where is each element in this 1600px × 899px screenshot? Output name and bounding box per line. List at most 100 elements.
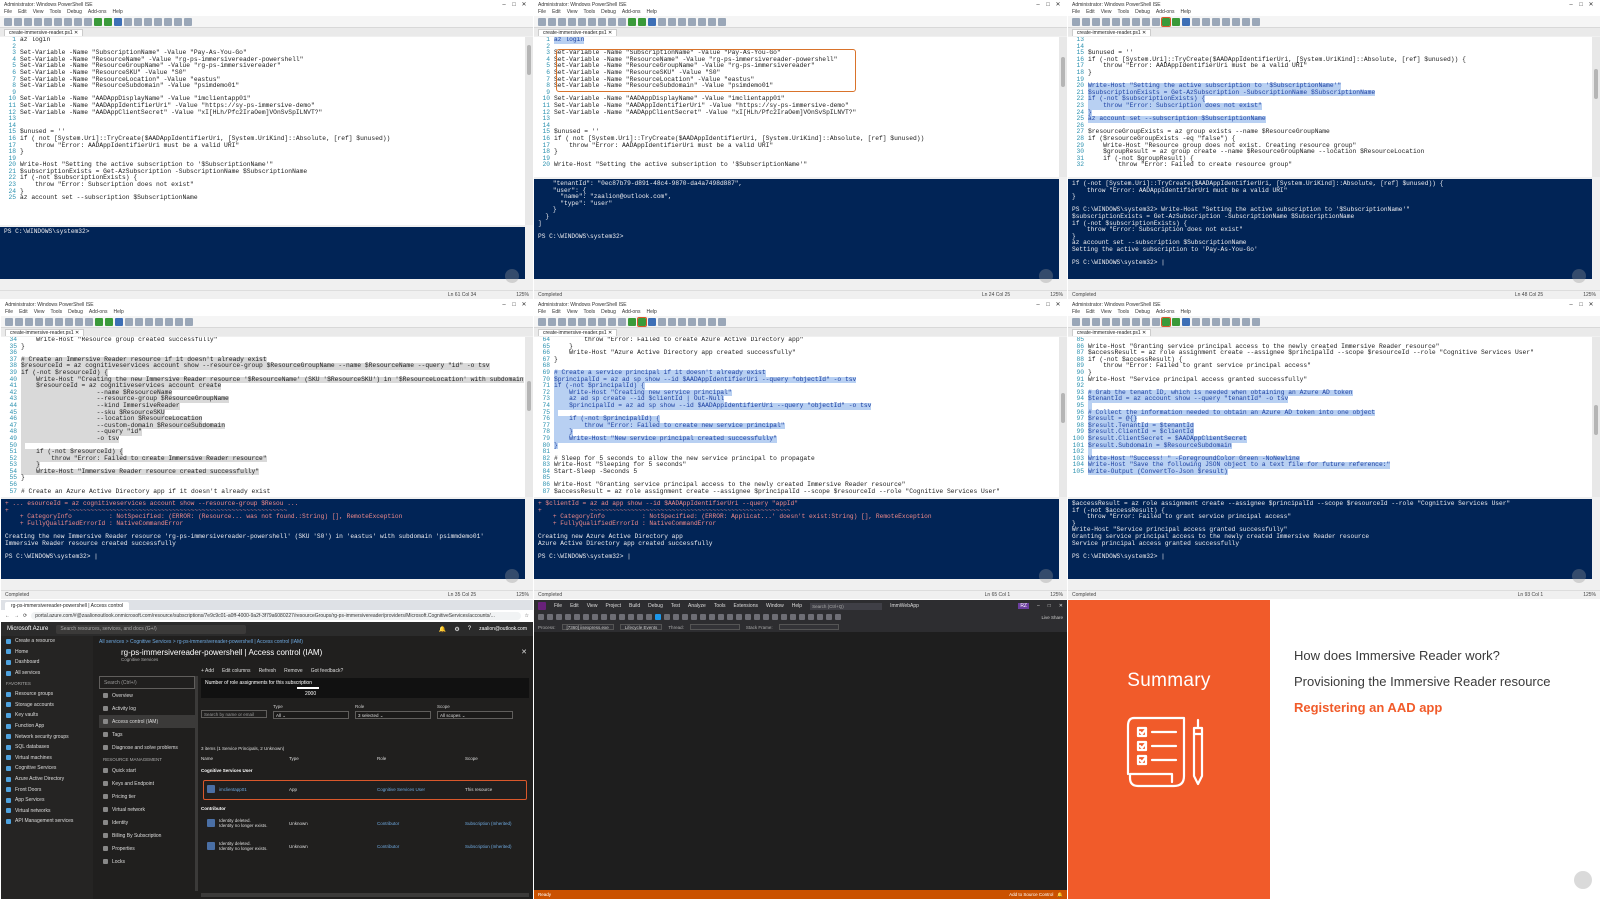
- player-control-icon[interactable]: [1574, 871, 1592, 889]
- toolbar-button-icon[interactable]: [184, 17, 192, 26]
- vs-menu-item[interactable]: Analyze: [688, 603, 706, 609]
- vs-toolbar-button-icon[interactable]: [808, 614, 814, 620]
- menu-item-edit[interactable]: Edit: [1086, 309, 1095, 316]
- toolbar-button-icon[interactable]: [678, 17, 686, 26]
- toolbar-button-icon[interactable]: [1142, 317, 1150, 326]
- menu-item-edit[interactable]: Edit: [1086, 9, 1095, 16]
- col-name[interactable]: Name: [201, 756, 289, 761]
- script-editor[interactable]: 85 86 Write-Host "Granting service princi…: [1068, 337, 1592, 497]
- zoom-level[interactable]: 125%: [1583, 592, 1596, 598]
- toolbar-button-icon[interactable]: [1232, 17, 1240, 26]
- left-nav-item[interactable]: Cognitive Services: [1, 763, 93, 774]
- scrollbar-thumb[interactable]: [1061, 57, 1065, 87]
- resource-menu-item[interactable]: Virtual network: [99, 803, 195, 816]
- editor-scrollbar[interactable]: [1059, 337, 1067, 497]
- left-nav-item[interactable]: Front Doors: [1, 784, 93, 795]
- filter-select[interactable]: All scopes ⌄: [437, 711, 513, 719]
- menu-item-tools[interactable]: Tools: [583, 9, 595, 16]
- toolbar-button-icon[interactable]: [35, 317, 43, 326]
- toolbar-button-icon[interactable]: [1202, 17, 1210, 26]
- stack-frame-select[interactable]: [778, 624, 839, 630]
- toolbar-button-icon[interactable]: [144, 17, 152, 26]
- resource-menu-item[interactable]: Properties: [99, 842, 195, 855]
- toolbar-button-icon[interactable]: [45, 317, 53, 326]
- maximize-icon[interactable]: □: [1048, 603, 1051, 609]
- toolbar-button-icon[interactable]: [1112, 17, 1120, 26]
- row-scope[interactable]: Subscription (Inherited): [465, 821, 512, 826]
- portal-search-input[interactable]: Search resources, services, and docs (G+…: [56, 624, 247, 634]
- menu-item-debug[interactable]: Debug: [68, 309, 83, 316]
- maximize-icon[interactable]: □: [1043, 2, 1053, 8]
- toolbar-button-icon[interactable]: [85, 317, 93, 326]
- toolbar-button-icon[interactable]: [1252, 317, 1260, 326]
- vs-toolbar-button-icon[interactable]: [619, 614, 625, 620]
- menu-item-edit[interactable]: Edit: [552, 9, 561, 16]
- editor-scrollbar[interactable]: [525, 37, 533, 225]
- command-button[interactable]: + Add: [201, 668, 214, 674]
- toolbar-button-icon[interactable]: [24, 17, 32, 26]
- toolbar-button-icon[interactable]: [55, 317, 63, 326]
- row-role[interactable]: Cognitive Services User: [377, 787, 465, 792]
- toolbar-button-icon[interactable]: [1222, 17, 1230, 26]
- vs-toolbar-button-icon[interactable]: [637, 614, 643, 620]
- browser-tab[interactable]: rg-ps-immersivereader-powershell | Acces…: [5, 602, 130, 610]
- left-nav-item[interactable]: Resource groups: [1, 689, 93, 700]
- menu-item-edit[interactable]: Edit: [18, 9, 27, 16]
- back-icon[interactable]: ←: [5, 613, 10, 619]
- menu-item-tools[interactable]: Tools: [1117, 9, 1129, 16]
- toolbar-button-icon[interactable]: [1252, 17, 1260, 26]
- script-tab[interactable]: create-immersive-reader.ps1 ✕: [1072, 29, 1152, 36]
- toolbar-button-icon[interactable]: [588, 17, 596, 26]
- vs-toolbar-button-icon[interactable]: [592, 614, 598, 620]
- left-nav-item[interactable]: Dashboard: [1, 657, 93, 668]
- toolbar-button-icon[interactable]: [628, 317, 636, 326]
- toolbar-button-icon[interactable]: [94, 17, 102, 26]
- menu-item-view[interactable]: View: [33, 9, 44, 16]
- toolbar-button-icon[interactable]: [44, 17, 52, 26]
- menu-item-file[interactable]: File: [1072, 309, 1080, 316]
- lifecycle-events-select[interactable]: Lifecycle Events: [619, 624, 663, 630]
- toolbar-button-icon[interactable]: [618, 17, 626, 26]
- table-row[interactable]: Identity deleted. Identity no longer exis…: [201, 818, 529, 828]
- editor-scrollbar[interactable]: [525, 337, 533, 497]
- toolbar-button-icon[interactable]: [1102, 317, 1110, 326]
- menu-item-help[interactable]: Help: [646, 309, 656, 316]
- command-button[interactable]: Remove: [284, 668, 303, 674]
- toolbar-button-icon[interactable]: [548, 317, 556, 326]
- vs-toolbar-button-icon[interactable]: [628, 614, 634, 620]
- editor-scrollbar[interactable]: [1592, 337, 1600, 497]
- toolbar-button-icon[interactable]: [155, 317, 163, 326]
- toolbar-button-icon[interactable]: [588, 317, 596, 326]
- toolbar-button-icon[interactable]: [65, 317, 73, 326]
- maximize-icon[interactable]: □: [1576, 302, 1586, 308]
- toolbar-button-icon[interactable]: [638, 17, 646, 26]
- close-icon[interactable]: ✕: [521, 648, 527, 656]
- resource-menu-item[interactable]: Activity log: [99, 702, 195, 715]
- vs-menu-item[interactable]: Extensions: [734, 603, 758, 609]
- menu-item-addons[interactable]: Add-ons: [622, 9, 641, 16]
- vs-toolbar-button-icon[interactable]: [538, 614, 544, 620]
- vs-toolbar-button-icon[interactable]: [700, 614, 706, 620]
- left-nav-item[interactable]: Virtual machines: [1, 753, 93, 764]
- script-editor[interactable]: 34 Write-Host "Resource group created su…: [1, 337, 525, 497]
- toolbar-button-icon[interactable]: [4, 17, 12, 26]
- process-select[interactable]: [7360] iisexpress.exe: [561, 624, 614, 630]
- vs-toolbar-button-icon[interactable]: [610, 614, 616, 620]
- vs-menu-item[interactable]: Debug: [648, 603, 663, 609]
- vs-menu-item[interactable]: Help: [792, 603, 802, 609]
- vs-toolbar-button-icon[interactable]: [565, 614, 571, 620]
- menu-item-help[interactable]: Help: [112, 9, 122, 16]
- toolbar-button-icon[interactable]: [1152, 17, 1160, 26]
- toolbar-button-icon[interactable]: [1172, 17, 1180, 26]
- toolbar-button-icon[interactable]: [1202, 317, 1210, 326]
- toolbar-button-icon[interactable]: [15, 317, 23, 326]
- left-nav-item[interactable]: API Management services: [1, 816, 93, 827]
- toolbar-button-icon[interactable]: [1182, 17, 1190, 26]
- menu-item-edit[interactable]: Edit: [552, 309, 561, 316]
- table-row[interactable]: imclientapp01 App Cognitive Services Use…: [201, 785, 529, 793]
- minimize-icon[interactable]: –: [499, 302, 509, 308]
- resource-menu-item[interactable]: Quick start: [99, 764, 195, 777]
- toolbar-button-icon[interactable]: [618, 317, 626, 326]
- toolbar-button-icon[interactable]: [637, 316, 647, 327]
- vs-menu-item[interactable]: Tools: [714, 603, 726, 609]
